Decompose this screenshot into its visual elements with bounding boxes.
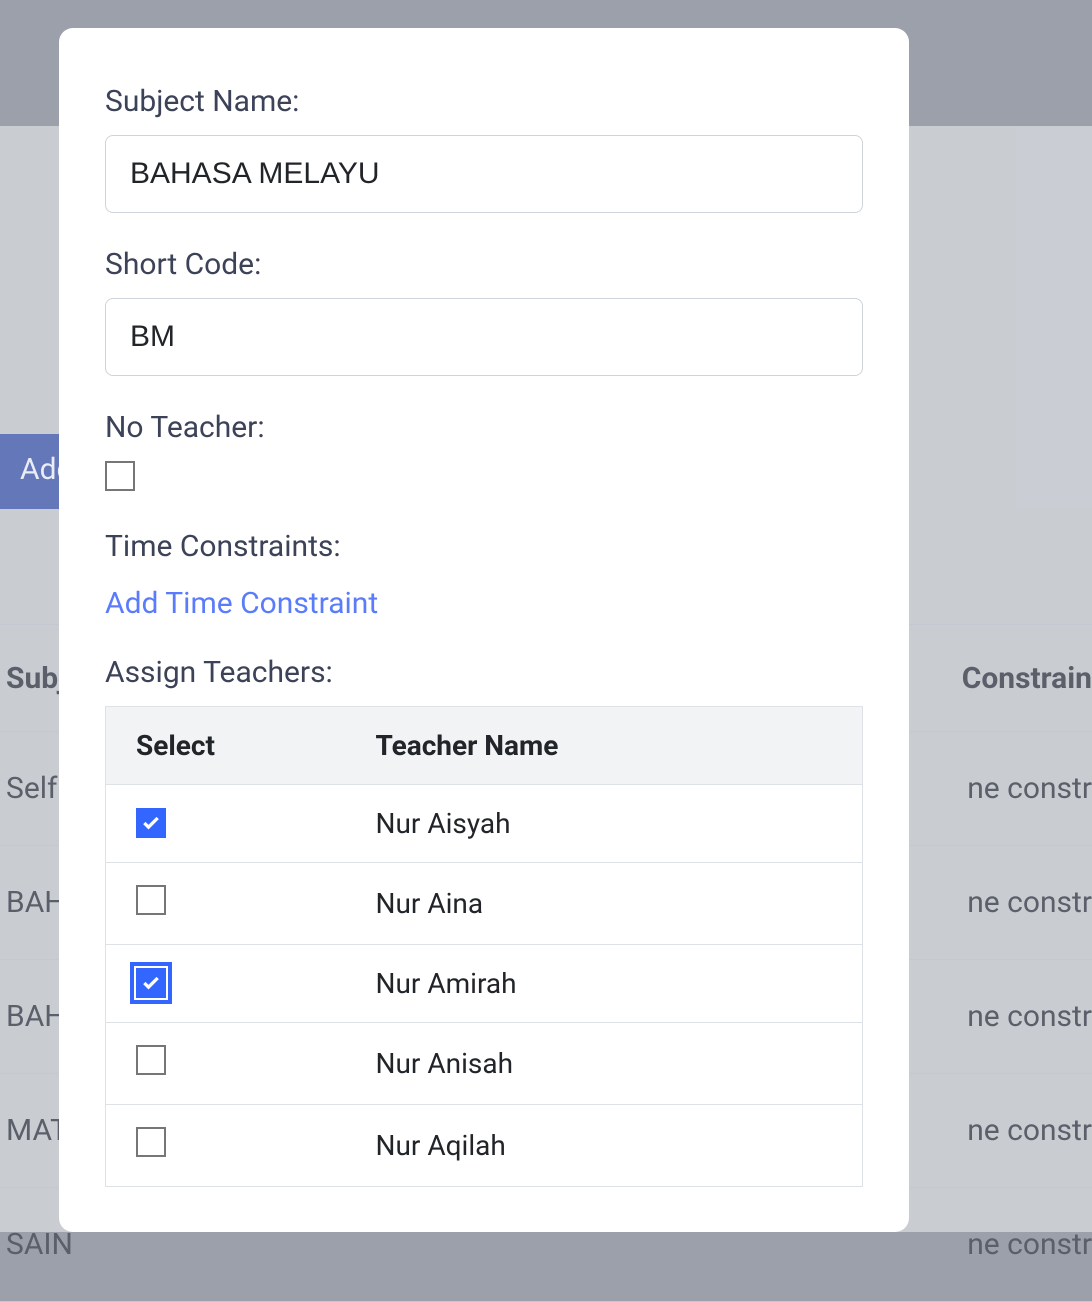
teacher-row: Nur Aina (106, 863, 863, 945)
background-row-subject: SAIN (0, 1227, 73, 1262)
background-row-constraint: ne constr (967, 999, 1092, 1034)
teacher-checkbox[interactable] (136, 1127, 166, 1157)
teacher-name-cell: Nur Anisah (346, 1023, 863, 1105)
teacher-row: Nur Amirah (106, 945, 863, 1023)
short-code-input[interactable] (105, 298, 863, 376)
time-constraints-label: Time Constraints: (105, 529, 863, 564)
assign-teachers-label: Assign Teachers: (105, 655, 863, 690)
teacher-name-cell: Nur Aisyah (346, 785, 863, 863)
teacher-select-cell (106, 1023, 346, 1105)
background-row-constraint: ne constr (967, 771, 1092, 806)
teacher-name-cell: Nur Aqilah (346, 1105, 863, 1187)
background-row-subject: MAT (0, 1113, 68, 1148)
teachers-col-select: Select (106, 707, 346, 785)
teacher-name-cell: Nur Amirah (346, 945, 863, 1023)
add-time-constraint-link[interactable]: Add Time Constraint (105, 586, 378, 621)
teacher-select-cell (106, 1105, 346, 1187)
background-row-subject: Self (0, 771, 57, 806)
no-teacher-group: No Teacher: (105, 410, 863, 495)
teachers-table: Select Teacher Name Nur AisyahNur AinaNu… (105, 706, 863, 1187)
teacher-checkbox[interactable] (136, 808, 166, 838)
background-row-subject: BAH (0, 885, 66, 920)
subject-name-label: Subject Name: (105, 84, 863, 119)
check-icon (141, 813, 161, 833)
background-row-constraint: ne constr (967, 885, 1092, 920)
teacher-checkbox[interactable] (136, 1045, 166, 1075)
check-icon (141, 973, 161, 993)
teacher-row: Nur Anisah (106, 1023, 863, 1105)
teacher-checkbox[interactable] (136, 885, 166, 915)
teachers-table-header-row: Select Teacher Name (106, 707, 863, 785)
edit-subject-modal: Subject Name: Short Code: No Teacher: Ti… (59, 28, 909, 1232)
subject-name-input[interactable] (105, 135, 863, 213)
teacher-name-cell: Nur Aina (346, 863, 863, 945)
short-code-group: Short Code: (105, 247, 863, 376)
short-code-label: Short Code: (105, 247, 863, 282)
background-row-subject: BAH (0, 999, 66, 1034)
background-header-constraint: Constrain (962, 661, 1092, 696)
assign-teachers-group: Assign Teachers: Select Teacher Name Nur… (105, 655, 863, 1187)
teacher-select-cell (106, 785, 346, 863)
background-header-subject: Subj (0, 661, 66, 696)
teachers-col-name: Teacher Name (346, 707, 863, 785)
teacher-select-cell (106, 945, 346, 1023)
teacher-select-cell (106, 863, 346, 945)
teacher-checkbox[interactable] (136, 968, 166, 998)
no-teacher-label: No Teacher: (105, 410, 863, 445)
background-row-constraint: ne constr (967, 1227, 1092, 1262)
teacher-row: Nur Aisyah (106, 785, 863, 863)
no-teacher-checkbox[interactable] (105, 461, 135, 491)
background-row-constraint: ne constr (967, 1113, 1092, 1148)
teacher-row: Nur Aqilah (106, 1105, 863, 1187)
subject-name-group: Subject Name: (105, 84, 863, 213)
time-constraints-group: Time Constraints: Add Time Constraint (105, 529, 863, 621)
